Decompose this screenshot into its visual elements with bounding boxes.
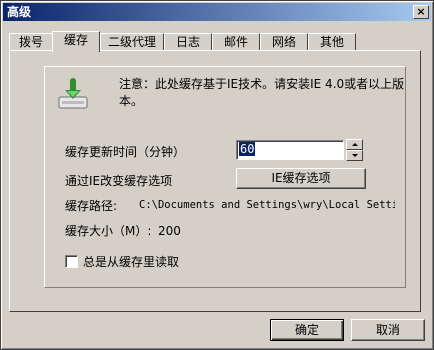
- spin-up-button[interactable]: [346, 139, 363, 150]
- chevron-up-icon: [352, 143, 358, 146]
- always-read-checkbox[interactable]: [65, 255, 78, 268]
- window-title: 高级: [7, 5, 32, 19]
- tab-label: 二级代理: [107, 35, 156, 49]
- tab-label: 网络: [271, 35, 296, 49]
- button-label: 取消: [375, 323, 400, 337]
- advanced-dialog: 高级 × 拨号 缓存 二级代理 日志 邮件 网络 其他 注意：此处缓存基于IE技…: [0, 0, 434, 350]
- tab-dialup[interactable]: 拨号: [9, 33, 53, 51]
- spin-down-button[interactable]: [346, 150, 363, 161]
- tab-label: 日志: [175, 35, 200, 49]
- tab-label: 邮件: [223, 35, 248, 49]
- close-button[interactable]: ×: [413, 5, 429, 19]
- cache-path-label: 缓存路径:: [65, 199, 118, 213]
- title-bar[interactable]: 高级 ×: [3, 3, 431, 21]
- tab-label: 拨号: [18, 35, 43, 49]
- tab-other[interactable]: 其他: [308, 33, 356, 51]
- tab-secondary-proxy[interactable]: 二级代理: [100, 33, 164, 51]
- ie-cache-options-button[interactable]: IE缓存选项: [236, 168, 366, 189]
- tab-network[interactable]: 网络: [260, 33, 308, 51]
- button-label: 确定: [294, 323, 319, 337]
- download-arrow-icon: [56, 77, 90, 111]
- update-time-label: 缓存更新时间（分钟）: [65, 145, 186, 159]
- tab-log[interactable]: 日志: [164, 33, 212, 51]
- tab-label: 其他: [319, 35, 344, 49]
- update-time-input[interactable]: 60: [236, 140, 344, 160]
- ie-change-label: 通过IE改变缓存选项: [65, 174, 173, 188]
- cancel-button[interactable]: 取消: [351, 319, 425, 341]
- update-time-spinner[interactable]: [346, 139, 363, 161]
- tab-mail[interactable]: 邮件: [212, 33, 260, 51]
- always-read-label[interactable]: 总是从缓存里读取: [83, 253, 179, 270]
- cache-size-label: 缓存大小（M）:: [65, 224, 152, 238]
- update-time-value: 60: [239, 142, 256, 156]
- button-label: IE缓存选项: [271, 171, 331, 185]
- tab-cache[interactable]: 缓存: [52, 31, 100, 52]
- cache-size-value: 200: [158, 224, 181, 238]
- ok-button[interactable]: 确定: [270, 319, 344, 341]
- ie-notice-text: 注意：此处缓存基于IE技术。请安装IE 4.0或者以上版本。: [119, 77, 405, 108]
- cache-path-value: C:\Documents and Settings\wry\Local Sett…: [139, 199, 395, 211]
- close-icon: ×: [416, 5, 426, 18]
- tab-label: 缓存: [63, 33, 88, 47]
- chevron-down-icon: [352, 154, 358, 157]
